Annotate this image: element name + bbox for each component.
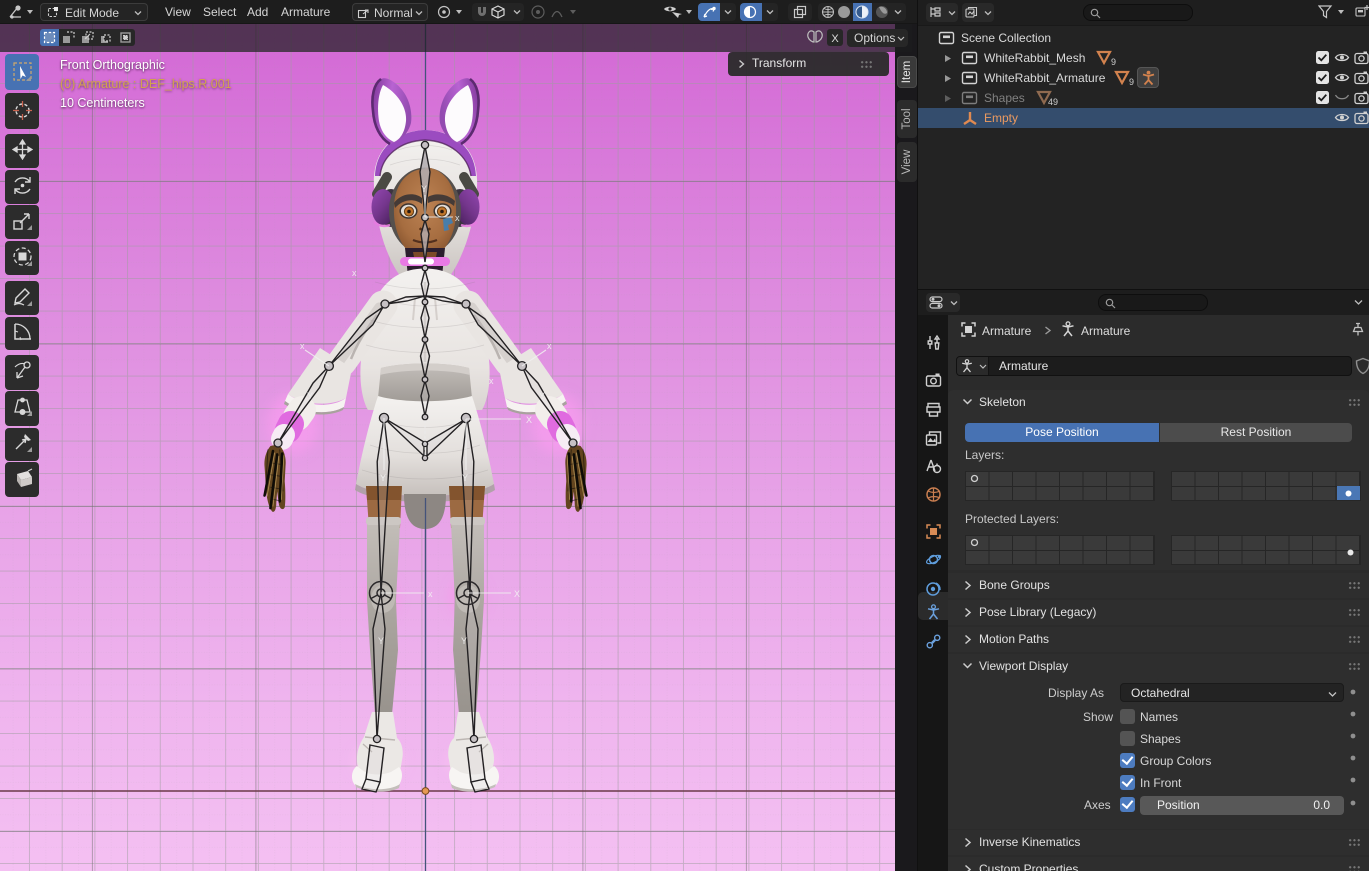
svg-text:Y: Y [380,473,386,483]
svg-text:49: 49 [1048,97,1058,107]
svg-text:Y: Y [307,391,313,401]
svg-text:x: x [455,213,460,223]
svg-text:Y: Y [421,184,427,194]
svg-text:x: x [428,589,433,599]
svg-text:Y: Y [462,473,468,483]
svg-text:9: 9 [1111,57,1116,67]
svg-text:x: x [300,341,305,351]
svg-text:x: x [352,268,357,278]
svg-text:X: X [526,415,532,425]
svg-text:X: X [514,589,520,599]
svg-text:9: 9 [1129,77,1134,87]
svg-text:Y: Y [539,391,545,401]
svg-text:x: x [547,341,552,351]
svg-text:Y: Y [461,636,467,646]
svg-text:x: x [489,376,494,386]
svg-text:Y: Y [378,636,384,646]
